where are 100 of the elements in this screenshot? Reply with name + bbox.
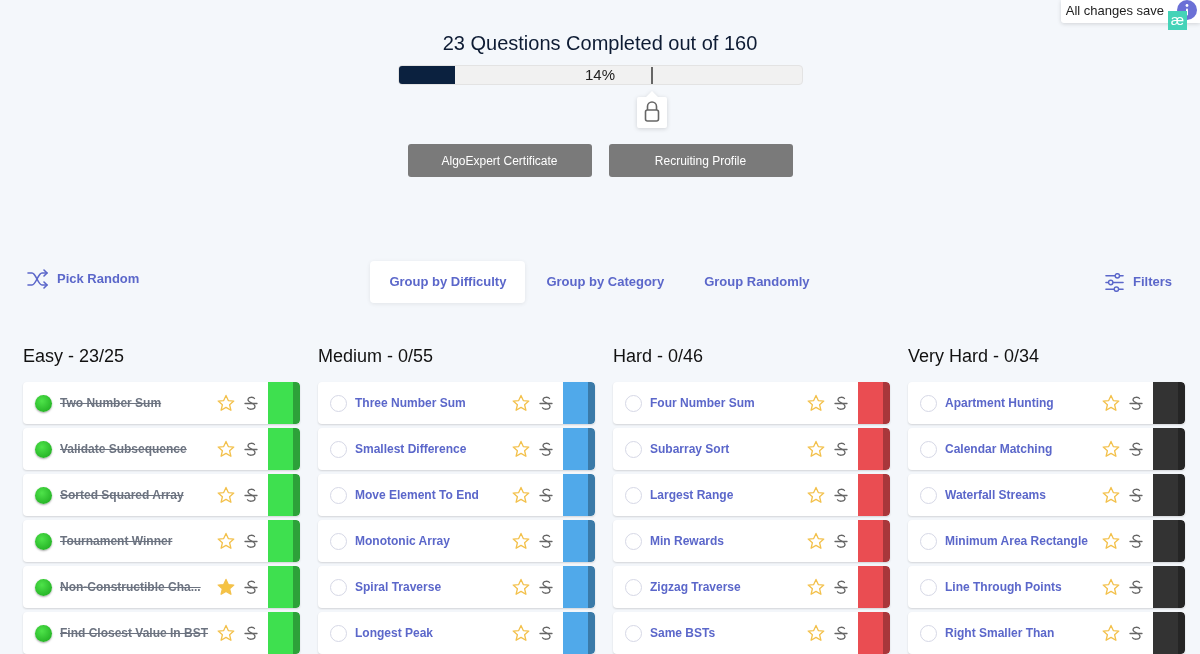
- strikethrough-icon[interactable]: [1129, 579, 1143, 595]
- star-icon[interactable]: [217, 532, 235, 550]
- question-link[interactable]: Right Smaller Than: [945, 624, 1098, 642]
- status-dot-icon[interactable]: [920, 578, 937, 596]
- star-icon[interactable]: [1102, 532, 1120, 550]
- question-link[interactable]: Zigzag Traverse: [650, 578, 803, 596]
- star-icon[interactable]: [1102, 486, 1120, 504]
- question-link[interactable]: Tournament Winner: [60, 532, 213, 550]
- strikethrough-icon[interactable]: [1129, 441, 1143, 457]
- strikethrough-icon[interactable]: [834, 395, 848, 411]
- star-icon[interactable]: [1102, 624, 1120, 642]
- status-dot-icon[interactable]: [920, 486, 937, 504]
- strikethrough-icon[interactable]: [1129, 533, 1143, 549]
- question-link[interactable]: Same BSTs: [650, 624, 803, 642]
- strikethrough-icon[interactable]: [834, 533, 848, 549]
- status-dot-icon[interactable]: [35, 578, 52, 596]
- filters-link[interactable]: Filters: [1105, 272, 1172, 292]
- star-icon[interactable]: [807, 394, 825, 412]
- group-tab[interactable]: Group Randomly: [685, 261, 829, 303]
- star-icon[interactable]: [217, 624, 235, 642]
- question-link[interactable]: Largest Range: [650, 486, 803, 504]
- question-link[interactable]: Apartment Hunting: [945, 394, 1098, 412]
- strikethrough-icon[interactable]: [539, 395, 553, 411]
- strikethrough-icon[interactable]: [244, 395, 258, 411]
- strikethrough-icon[interactable]: [244, 441, 258, 457]
- strikethrough-icon[interactable]: [244, 487, 258, 503]
- status-dot-icon[interactable]: [35, 486, 52, 504]
- star-icon[interactable]: [1102, 440, 1120, 458]
- pick-random-link[interactable]: Pick Random: [27, 268, 140, 289]
- question-link[interactable]: Find Closest Value In BST: [60, 624, 213, 642]
- question-link[interactable]: Monotonic Array: [355, 532, 508, 550]
- star-icon[interactable]: [512, 486, 530, 504]
- star-icon[interactable]: [217, 486, 235, 504]
- star-icon[interactable]: [512, 578, 530, 596]
- question-link[interactable]: Longest Peak: [355, 624, 508, 642]
- status-dot-icon[interactable]: [330, 486, 347, 504]
- status-dot-icon[interactable]: [920, 394, 937, 412]
- strikethrough-icon[interactable]: [1129, 625, 1143, 641]
- question-link[interactable]: Three Number Sum: [355, 394, 508, 412]
- strikethrough-icon[interactable]: [834, 579, 848, 595]
- question-link[interactable]: Sorted Squared Array: [60, 486, 213, 504]
- star-icon[interactable]: [512, 440, 530, 458]
- status-dot-icon[interactable]: [330, 440, 347, 458]
- question-link[interactable]: Non-Constructible Cha...: [60, 578, 213, 596]
- star-icon[interactable]: [807, 532, 825, 550]
- star-icon[interactable]: [512, 532, 530, 550]
- star-icon[interactable]: [807, 578, 825, 596]
- star-icon[interactable]: [217, 394, 235, 412]
- star-icon[interactable]: [807, 624, 825, 642]
- status-dot-icon[interactable]: [625, 532, 642, 550]
- status-dot-icon[interactable]: [330, 532, 347, 550]
- status-dot-icon[interactable]: [625, 440, 642, 458]
- question-link[interactable]: Line Through Points: [945, 578, 1098, 596]
- status-dot-icon[interactable]: [920, 532, 937, 550]
- star-icon[interactable]: [217, 578, 235, 596]
- question-link[interactable]: Smallest Difference: [355, 440, 508, 458]
- strikethrough-icon[interactable]: [834, 441, 848, 457]
- status-dot-icon[interactable]: [35, 394, 52, 412]
- status-dot-icon[interactable]: [625, 486, 642, 504]
- strikethrough-icon[interactable]: [244, 625, 258, 641]
- question-link[interactable]: Waterfall Streams: [945, 486, 1098, 504]
- star-icon[interactable]: [512, 624, 530, 642]
- status-dot-icon[interactable]: [330, 624, 347, 642]
- status-dot-icon[interactable]: [625, 394, 642, 412]
- status-dot-icon[interactable]: [920, 440, 937, 458]
- question-link[interactable]: Two Number Sum: [60, 394, 213, 412]
- strikethrough-icon[interactable]: [539, 579, 553, 595]
- question-link[interactable]: Move Element To End: [355, 486, 508, 504]
- question-link[interactable]: Spiral Traverse: [355, 578, 508, 596]
- strikethrough-icon[interactable]: [539, 487, 553, 503]
- strikethrough-icon[interactable]: [244, 533, 258, 549]
- question-link[interactable]: Subarray Sort: [650, 440, 803, 458]
- star-icon[interactable]: [807, 440, 825, 458]
- question-link[interactable]: Minimum Area Rectangle: [945, 532, 1098, 550]
- star-icon[interactable]: [217, 440, 235, 458]
- question-link[interactable]: Four Number Sum: [650, 394, 803, 412]
- star-icon[interactable]: [1102, 394, 1120, 412]
- status-dot-icon[interactable]: [35, 624, 52, 642]
- question-link[interactable]: Validate Subsequence: [60, 440, 213, 458]
- strikethrough-icon[interactable]: [834, 487, 848, 503]
- status-dot-icon[interactable]: [35, 532, 52, 550]
- status-dot-icon[interactable]: [35, 440, 52, 458]
- status-dot-icon[interactable]: [920, 624, 937, 642]
- strikethrough-icon[interactable]: [1129, 487, 1143, 503]
- question-link[interactable]: Calendar Matching: [945, 440, 1098, 458]
- strikethrough-icon[interactable]: [539, 533, 553, 549]
- group-tab[interactable]: Group by Difficulty: [370, 261, 526, 303]
- status-dot-icon[interactable]: [625, 624, 642, 642]
- question-link[interactable]: Min Rewards: [650, 532, 803, 550]
- status-dot-icon[interactable]: [330, 394, 347, 412]
- strikethrough-icon[interactable]: [1129, 395, 1143, 411]
- strikethrough-icon[interactable]: [539, 441, 553, 457]
- star-icon[interactable]: [1102, 578, 1120, 596]
- strikethrough-icon[interactable]: [539, 625, 553, 641]
- star-icon[interactable]: [512, 394, 530, 412]
- strikethrough-icon[interactable]: [834, 625, 848, 641]
- group-tab[interactable]: Group by Category: [527, 261, 684, 303]
- star-icon[interactable]: [807, 486, 825, 504]
- status-dot-icon[interactable]: [625, 578, 642, 596]
- status-dot-icon[interactable]: [330, 578, 347, 596]
